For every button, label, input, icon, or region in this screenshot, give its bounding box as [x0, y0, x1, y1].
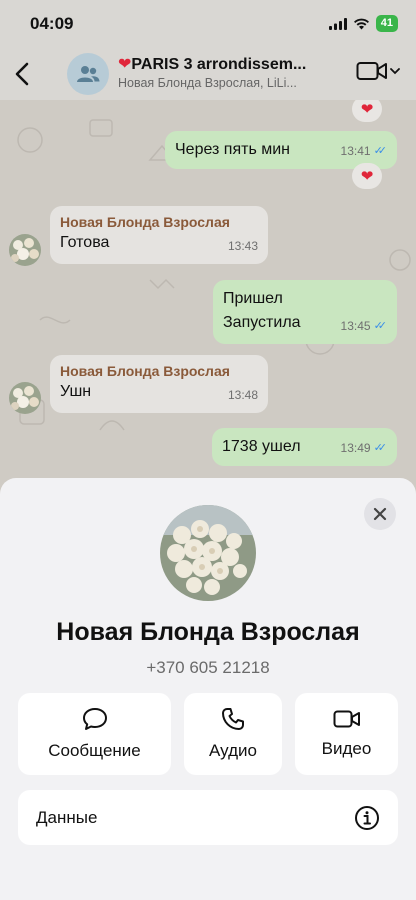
message-button-label: Сообщение: [48, 741, 141, 760]
roses-photo: [9, 382, 41, 414]
message-time: 13:41: [340, 144, 371, 158]
signal-icon: [328, 17, 347, 30]
sender-avatar[interactable]: [9, 234, 41, 266]
video-camera-icon: [356, 62, 387, 80]
status-time: 04:09: [30, 14, 74, 33]
message-meta: 13:48: [228, 383, 258, 407]
message-bubble-3[interactable]: Пришел Запустила 13:45 ✓✓: [213, 280, 397, 344]
message-time: 13:45: [340, 319, 371, 333]
message-bubble-5[interactable]: 1738 ушел 13:49 ✓✓: [212, 428, 397, 466]
video-button[interactable]: Видео: [295, 693, 398, 775]
heart-reaction[interactable]: ❤: [352, 163, 382, 189]
wifi-icon: [353, 18, 369, 29]
audio-button-label: Аудио: [209, 741, 257, 760]
chat-header: ❤PARIS 3 arrondissem... Новая Блонда Взр…: [0, 48, 416, 100]
chat-title-text: PARIS 3 arrondissem...: [131, 56, 307, 73]
video-call-button[interactable]: [356, 60, 400, 82]
message-button[interactable]: Сообщение: [18, 693, 171, 775]
status-bar: 04:09 41: [0, 0, 416, 48]
contact-sheet: Новая Блонда Взрослая +370 605 21218 Соо…: [0, 478, 416, 900]
battery-indicator: 41: [375, 15, 398, 32]
read-ticks-icon: ✓✓: [373, 145, 388, 157]
message-text: Готова: [60, 234, 110, 251]
status-icons: 41: [328, 15, 398, 32]
details-label: Данные: [36, 807, 98, 827]
chat-title[interactable]: ❤PARIS 3 arrondissem...: [118, 54, 323, 74]
profile-photo[interactable]: [160, 505, 256, 601]
message-time: 13:43: [227, 239, 258, 253]
close-icon: [373, 507, 387, 521]
message-text-line-1: Пришел: [223, 290, 283, 307]
chat-area[interactable]: ❤ Через пять мин 13:41 ✓✓ ❤ Новая Блонда…: [0, 100, 416, 480]
heart-reaction[interactable]: ❤: [352, 100, 382, 122]
message-time: 13:48: [227, 388, 258, 402]
phone-icon: [222, 708, 244, 730]
message-text: Через пять мин: [175, 141, 290, 158]
group-avatar[interactable]: [67, 53, 109, 95]
group-icon: [77, 66, 100, 82]
details-row[interactable]: Данные: [18, 790, 398, 845]
read-ticks-icon: ✓✓: [373, 320, 388, 332]
chevron-left-icon: [15, 62, 29, 86]
message-text: Ушн: [60, 383, 92, 400]
close-button[interactable]: [364, 498, 396, 530]
sender-avatar[interactable]: [9, 382, 41, 414]
message-text: 1738 ушел: [222, 438, 301, 455]
video-icon: [333, 710, 360, 728]
message-icon: [82, 708, 107, 730]
message-time: 13:49: [340, 441, 371, 455]
audio-button[interactable]: Аудио: [184, 693, 282, 775]
chat-subtitle[interactable]: Новая Блонда Взрослая, LiLi...: [118, 76, 323, 90]
chevron-down-icon: [390, 68, 400, 75]
roses-photo: [9, 234, 41, 266]
info-icon[interactable]: [354, 805, 380, 831]
message-bubble-2[interactable]: Новая Блонда Взрослая Готова 13:43: [50, 206, 268, 264]
video-button-label: Видео: [321, 739, 372, 758]
heart-icon: ❤: [118, 56, 132, 73]
message-bubble-4[interactable]: Новая Блонда Взрослая Ушн 13:48: [50, 355, 268, 413]
roses-photo: [160, 505, 256, 601]
message-meta: 13:49 ✓✓: [340, 436, 388, 460]
back-button[interactable]: [8, 58, 36, 90]
message-meta: 13:41 ✓✓: [340, 139, 388, 163]
message-meta: 13:43: [228, 234, 258, 258]
message-sender: Новая Блонда Взрослая: [60, 214, 230, 230]
message-meta: 13:45 ✓✓: [340, 314, 388, 338]
contact-name: Новая Блонда Взрослая: [56, 618, 360, 646]
message-sender: Новая Блонда Взрослая: [60, 363, 230, 379]
read-ticks-icon: ✓✓: [373, 442, 388, 454]
contact-phone[interactable]: +370 605 21218: [0, 658, 416, 678]
